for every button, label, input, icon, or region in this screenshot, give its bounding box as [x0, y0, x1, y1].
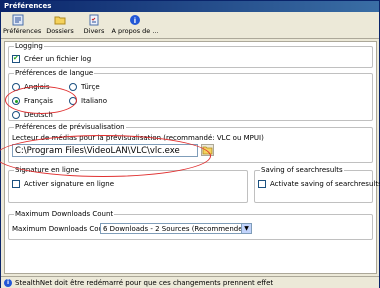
- toolbar-dossiers-button[interactable]: Dossiers: [45, 14, 75, 38]
- max-downloads-legend: Maximum Downloads Count: [14, 210, 115, 218]
- radio-anglais-label: Anglais: [24, 83, 50, 91]
- activate-signature-checkbox[interactable]: [12, 180, 20, 188]
- preferences-content: Logging Créer un fichier log Préférences…: [4, 41, 380, 274]
- radio-turce-label: Türçe: [81, 83, 100, 91]
- folder-icon: [202, 146, 213, 155]
- create-log-checkbox[interactable]: [12, 54, 20, 63]
- create-log-label: Créer un fichier log: [24, 55, 92, 63]
- chevron-down-icon: ▼: [241, 224, 251, 233]
- signature-group: Signature en ligne Activer signature en …: [8, 166, 248, 203]
- preview-legend: Préférences de prévisualisation: [14, 123, 126, 131]
- status-text: StealthNet doit être redémarré pour que …: [15, 279, 274, 287]
- radio-deutsch[interactable]: [12, 111, 20, 119]
- max-downloads-value: 6 Downloads - 2 Sources (Recommended): [103, 225, 250, 233]
- toolbar-label: Préférences: [3, 27, 42, 35]
- folder-icon: [54, 14, 66, 26]
- clipboard-icon: [88, 14, 100, 26]
- radio-francais-label: Français: [24, 97, 53, 105]
- logging-legend: Logging: [14, 42, 44, 50]
- toolbar-divers-button[interactable]: Divers: [81, 14, 107, 38]
- svg-text:i: i: [134, 17, 136, 25]
- logging-group: Logging Créer un fichier log: [8, 42, 373, 68]
- radio-turce[interactable]: [69, 83, 77, 91]
- toolbar-preferences-button[interactable]: Préférences: [3, 14, 41, 38]
- preferences-icon: [12, 14, 24, 26]
- preview-group: Préférences de prévisualisation Lecteur …: [8, 123, 373, 163]
- toolbar-label: A propos de ...: [111, 27, 159, 35]
- toolbar: Préférences Dossiers Divers i A propos d…: [1, 12, 379, 39]
- preferences-window: Préférences Préférences Dossiers Divers …: [0, 0, 380, 288]
- media-player-path-input[interactable]: C:\Program Files\VideoLAN\VLC\vlc.exe: [12, 144, 198, 157]
- radio-anglais[interactable]: [12, 83, 20, 91]
- search-saving-legend: Saving of searchresults: [260, 166, 344, 174]
- toolbar-label: Dossiers: [46, 27, 74, 35]
- browse-folder-button[interactable]: [201, 144, 214, 156]
- activate-search-saving-label: Activate saving of searchresults: [270, 180, 380, 188]
- activate-signature-label: Activer signature en ligne: [24, 180, 114, 188]
- toolbar-about-button[interactable]: i A propos de ...: [109, 14, 161, 38]
- preview-player-label: Lecteur de médias pour la prévisualisati…: [12, 134, 264, 142]
- radio-deutsch-label: Deutsch: [24, 111, 53, 119]
- language-group: Préférences de langue Anglais Türçe Fran…: [8, 69, 373, 121]
- toolbar-label: Divers: [83, 27, 105, 35]
- language-legend: Préférences de langue: [14, 69, 95, 77]
- window-title: Préférences: [1, 1, 379, 12]
- search-saving-group: Saving of searchresults Activate saving …: [254, 166, 380, 203]
- activate-search-saving-checkbox[interactable]: [258, 180, 266, 188]
- max-downloads-label: Maximum Downloads Count:: [12, 225, 113, 233]
- info-icon: i: [129, 14, 141, 26]
- radio-francais[interactable]: [12, 97, 20, 105]
- radio-italiano[interactable]: [69, 97, 77, 105]
- max-downloads-select[interactable]: 6 Downloads - 2 Sources (Recommended) ▼: [100, 223, 252, 234]
- status-bar: i StealthNet doit être redémarré pour que…: [1, 276, 379, 288]
- max-downloads-group: Maximum Downloads Count Maximum Download…: [8, 210, 373, 240]
- signature-legend: Signature en ligne: [14, 166, 81, 174]
- radio-italiano-label: Italiano: [81, 97, 107, 105]
- info-icon: i: [4, 279, 12, 287]
